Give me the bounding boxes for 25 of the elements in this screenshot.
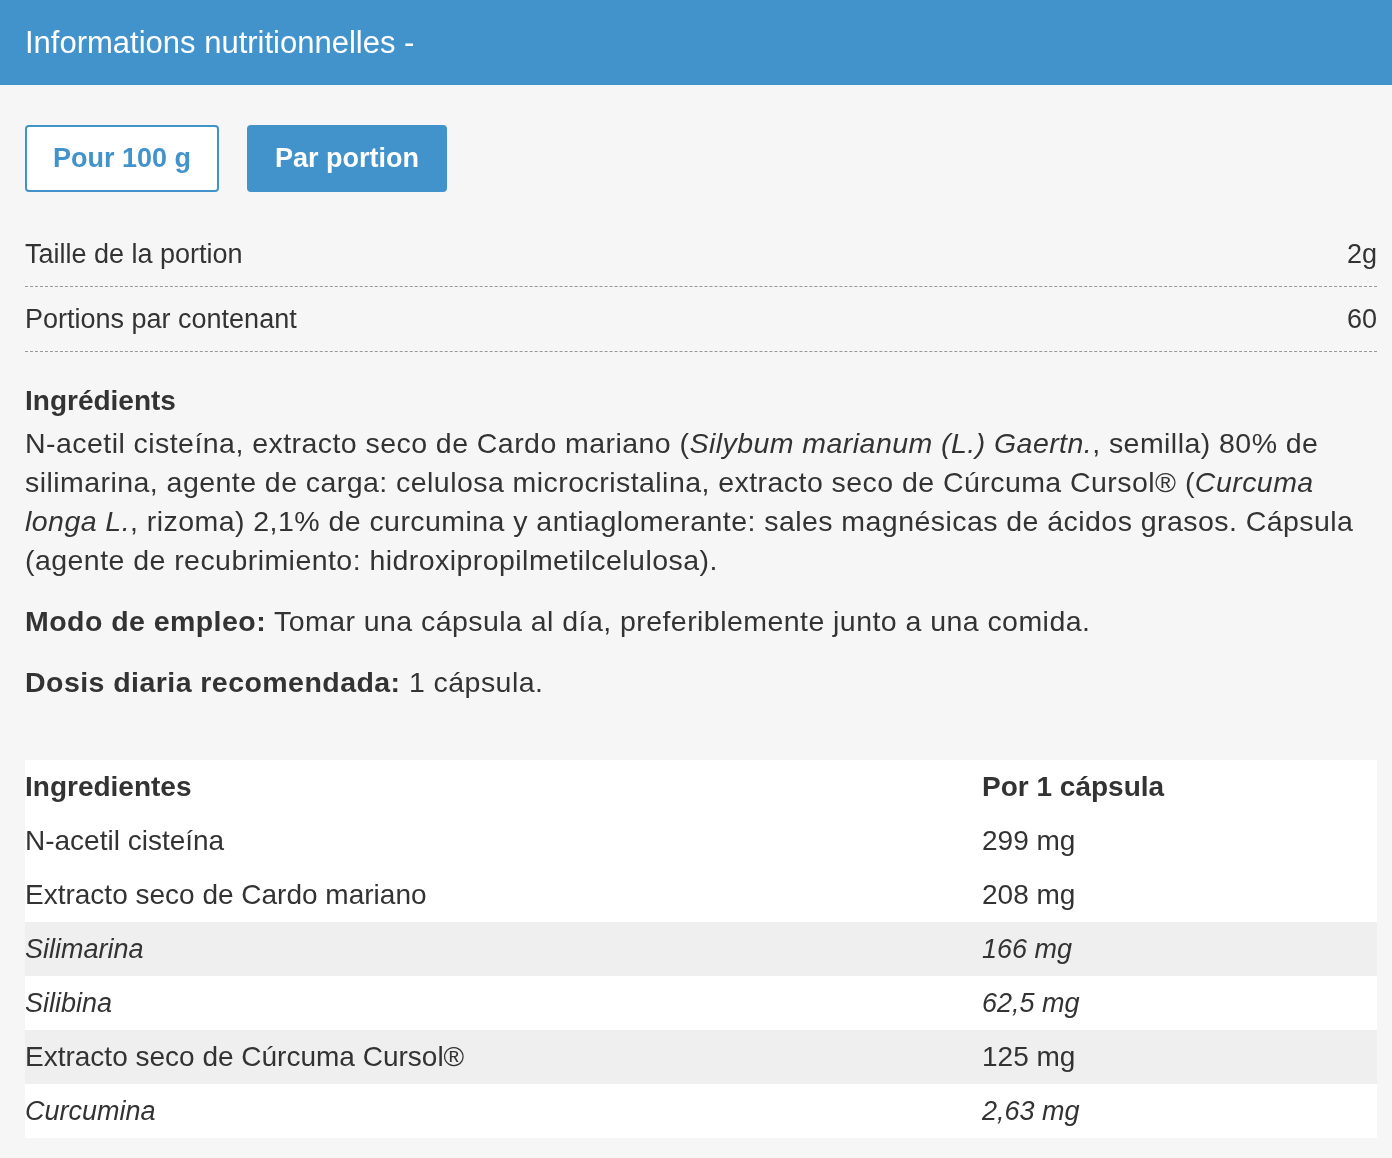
table-cell-text: Extracto seco de Cardo mariano: [25, 879, 428, 911]
tab[interactable]: Pour 100 g: [25, 125, 220, 192]
table-cell-text: Curcumina: [25, 1095, 157, 1127]
table-cell: 208 mg: [982, 879, 1076, 911]
table-cell: 2,63 mg: [982, 1095, 1080, 1127]
column-header: Ingredientes: [25, 771, 193, 803]
fact-label: Portions par contenant: [25, 303, 297, 335]
column-header: Por 1 cápsula: [982, 771, 1165, 803]
header-title: Informations nutritionnelles -: [25, 24, 415, 61]
table-cell: 166 mg: [982, 933, 1073, 965]
usage-text: Modo de empleo: Tomar una cápsula al día, preferiblemente junto a una comida.: [25, 604, 1092, 639]
fact-value: 2g: [1346, 238, 1377, 270]
table-cell: 299 mg: [982, 825, 1076, 857]
dose-text: Dosis diaria recomendada: 1 cápsula.: [25, 665, 545, 700]
table-cell-text: N-acetil cisteína: [25, 825, 226, 857]
table-cell-text: Extracto seco de Cúrcuma Cursol®: [25, 1041, 466, 1073]
table-cell: 125 mg: [982, 1041, 1076, 1073]
fact-value: 60: [1346, 303, 1377, 335]
table-cell-text: Silimarina: [25, 933, 145, 965]
ingredients-heading: Ingrédients: [25, 385, 177, 417]
table-cell: 62,5 mg: [982, 987, 1080, 1019]
ingredients-text: N-acetil cisteína, extracto seco de Cardo mariano (Silybum marianum (L.) Gaertn., semilla) 80% de silimarina, agente de carga: celulosa microcristalina, extracto seco de Cúrcuma Cursol® (Curcuma longa L., rizoma) 2,1% de curcumina y antiaglomerante: sales magnésicas de ácidos grasos. Cápsula (agente de recubrimiento: hidroxipropilmetilcelulosa).: [25, 426, 1355, 578]
table-cell-text: Silibina: [25, 987, 114, 1019]
fact-label: Taille de la portion: [25, 238, 243, 270]
tab[interactable]: Par portion: [247, 125, 448, 192]
